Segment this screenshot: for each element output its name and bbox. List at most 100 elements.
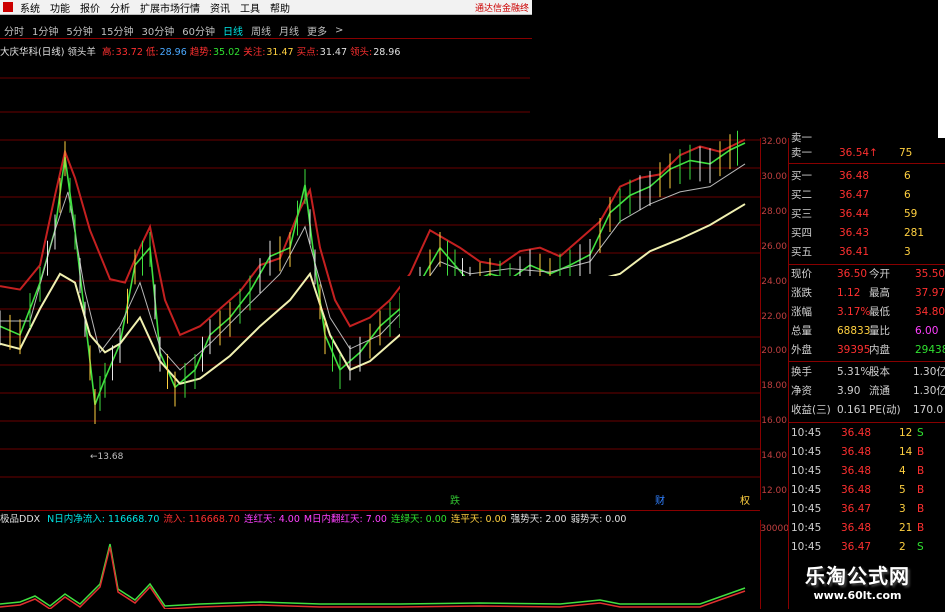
stat-row: 净资 3.90 流通 1.30亿 bbox=[789, 383, 945, 400]
stat-row: 涨跌 1.12 最高 37.97 bbox=[789, 285, 945, 302]
chart-info-line: 大庆华科(日线) 领头羊 高:33.72 低:28.96 趋势:35.02 关注:31… bbox=[0, 44, 560, 58]
price-tick: 18.00 bbox=[761, 381, 787, 392]
tick-volume: 3 bbox=[899, 503, 906, 515]
stat-value: 3.17% bbox=[837, 306, 871, 318]
tick-side: S bbox=[917, 427, 924, 439]
tick-price: 36.47 bbox=[841, 503, 872, 515]
stat-value: 5.31% bbox=[837, 366, 871, 378]
level-price: 36.54 bbox=[839, 147, 870, 159]
price-tick: 14.00 bbox=[761, 451, 787, 462]
price-tick: 28.00 bbox=[761, 206, 787, 217]
price-tick: 24.00 bbox=[761, 276, 787, 287]
stat-row: 现价 36.50 今开 35.50 bbox=[789, 266, 945, 283]
stat-value: 36.50 bbox=[837, 268, 868, 280]
tick-price: 36.48 bbox=[841, 484, 872, 496]
stat-label: 涨幅 bbox=[791, 306, 812, 318]
tick-row: 10:45 36.48 12 S bbox=[789, 425, 945, 442]
level-volume: 281 bbox=[904, 227, 925, 239]
level-label: 买三 bbox=[791, 208, 812, 220]
tick-time: 10:45 bbox=[791, 522, 822, 534]
period-tab[interactable]: 周线 bbox=[247, 23, 275, 38]
stat-label: 总量 bbox=[791, 325, 812, 337]
info-value: 33.72 bbox=[115, 47, 143, 58]
tick-side: S bbox=[917, 541, 924, 553]
ma-grey-line bbox=[0, 163, 746, 371]
menu-item[interactable]: 报价 bbox=[75, 0, 105, 15]
level-volume: 75 bbox=[899, 147, 913, 159]
up-arrow-icon: ↑ bbox=[869, 147, 878, 159]
period-tab[interactable]: 30分钟 bbox=[137, 23, 178, 38]
tick-row: 10:45 36.48 21 B bbox=[789, 520, 945, 537]
stat-value: 29438 bbox=[915, 344, 945, 356]
stat-value: 0.161 bbox=[837, 404, 868, 416]
price-tick: 12.00 bbox=[761, 486, 787, 496]
candlestick-chart[interactable]: ←13.68 跌 财 权 bbox=[0, 60, 760, 507]
price-lines-svg: ←13.68 跌 财 权 bbox=[0, 77, 760, 507]
period-tab[interactable]: 5分钟 bbox=[62, 23, 96, 38]
period-tab[interactable]: 更多 bbox=[303, 23, 331, 38]
info-value: 28.96 bbox=[159, 47, 187, 58]
price-axis: 32.00 30.00 28.00 26.00 24.00 22.00 20.00 18.00… bbox=[760, 137, 789, 500]
menu-item[interactable]: 帮助 bbox=[265, 0, 295, 15]
period-tab-bar: 分时 1分钟 5分钟 15分钟 30分钟 60分钟 日线 周线 月线 更多 > bbox=[0, 22, 532, 39]
period-tab[interactable]: 15分钟 bbox=[97, 23, 138, 38]
menu-item[interactable]: 扩展市场行情 bbox=[135, 0, 205, 15]
tick-row: 10:45 36.48 4 B bbox=[789, 463, 945, 480]
info-value: 31.47 bbox=[319, 47, 347, 58]
level-label: 买五 bbox=[791, 246, 812, 258]
info-label: 领头: bbox=[350, 47, 373, 58]
stat-row: 收益(三) 0.161 PE(动) 170.0 bbox=[789, 402, 945, 419]
level-label: 卖一 bbox=[791, 147, 812, 159]
level-price: 36.48 bbox=[839, 170, 870, 182]
period-tab[interactable]: 1分钟 bbox=[28, 23, 62, 38]
stat-row: 总量 68833 量比 6.00 bbox=[789, 323, 945, 340]
tick-side: B bbox=[917, 503, 925, 515]
info-label: 趋势: bbox=[189, 47, 212, 58]
tick-row: 10:45 36.47 2 S bbox=[789, 539, 945, 556]
info-label: 高: bbox=[101, 47, 115, 58]
stat-label: 流通 bbox=[869, 385, 890, 397]
buy-row: 买三 36.44 59 bbox=[789, 206, 945, 223]
stat-value: 37.97 bbox=[915, 287, 945, 299]
stat-value: 34.80 bbox=[915, 306, 945, 318]
menu-item[interactable]: 工具 bbox=[235, 0, 265, 15]
event-marker[interactable]: 权 bbox=[740, 494, 750, 507]
menu-item[interactable]: 资讯 bbox=[205, 0, 235, 15]
menu-item[interactable]: 系统 bbox=[15, 0, 45, 15]
tick-side: B bbox=[917, 522, 925, 534]
tick-time: 10:45 bbox=[791, 503, 822, 515]
buy-row: 买二 36.47 6 bbox=[789, 187, 945, 204]
info-value: 31.47 bbox=[266, 47, 294, 58]
event-marker[interactable]: 跌 bbox=[450, 494, 460, 507]
tick-volume: 21 bbox=[899, 522, 913, 534]
period-tab[interactable]: 60分钟 bbox=[178, 23, 219, 38]
watermark-url: www.60lt.com bbox=[813, 589, 902, 602]
price-tick: 30.00 bbox=[761, 171, 787, 182]
period-tab[interactable]: 分时 bbox=[0, 23, 28, 38]
period-tab[interactable]: 日线 bbox=[219, 23, 247, 38]
tick-row: 10:45 36.47 3 B bbox=[789, 501, 945, 518]
tick-side: B bbox=[917, 484, 925, 496]
period-tab[interactable]: 月线 bbox=[275, 23, 303, 38]
price-tick: 22.00 bbox=[761, 311, 787, 322]
event-marker[interactable]: 财 bbox=[655, 494, 665, 507]
level-label: 买二 bbox=[791, 189, 812, 201]
tick-time: 10:45 bbox=[791, 427, 822, 439]
divider bbox=[789, 264, 945, 265]
menu-item[interactable]: 功能 bbox=[45, 0, 75, 15]
quote-panel: 卖一 卖一 36.54 ↑ 75 买一 36.48 6 买二 36.47 6 买三 36.44 59 买四 3… bbox=[788, 132, 945, 609]
tick-price: 36.48 bbox=[841, 427, 872, 439]
stat-label: 内盘 bbox=[869, 344, 890, 356]
tick-time: 10:45 bbox=[791, 465, 822, 477]
window-edge bbox=[938, 0, 945, 138]
divider bbox=[789, 422, 945, 423]
ddx-indicator-chart[interactable] bbox=[0, 524, 760, 610]
sell-row: 卖一 36.54 ↑ 75 bbox=[789, 145, 945, 162]
price-tick: 26.00 bbox=[761, 241, 787, 252]
ddx-lines-svg bbox=[0, 543, 746, 610]
info-label: 低: bbox=[145, 47, 159, 58]
divider bbox=[789, 163, 945, 164]
more-arrow-icon[interactable]: > bbox=[331, 25, 347, 36]
menu-item[interactable]: 分析 bbox=[105, 0, 135, 15]
info-value: 35.02 bbox=[212, 47, 241, 58]
